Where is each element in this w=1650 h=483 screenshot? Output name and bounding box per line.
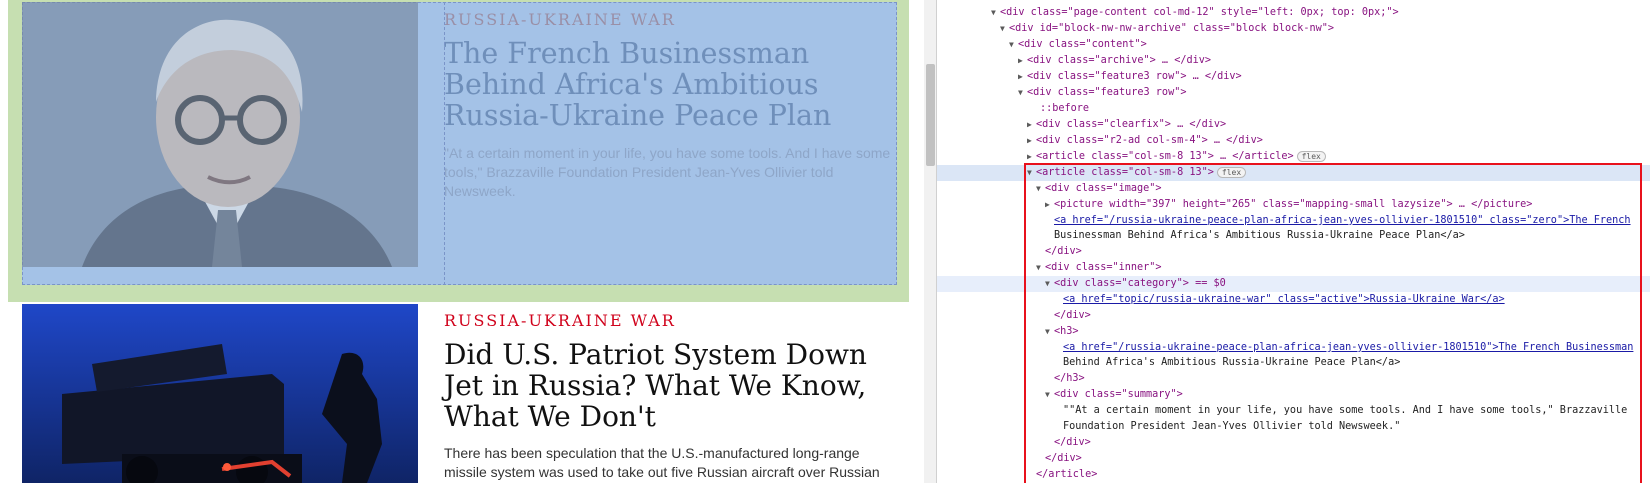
- patriot-launcher-photo: [22, 304, 418, 483]
- collapse-arrow-icon[interactable]: ▼: [1000, 21, 1009, 37]
- collapse-arrow-icon[interactable]: ▼: [991, 5, 1000, 21]
- article-category-link[interactable]: Russia-Ukraine War: [444, 311, 896, 330]
- dom-node[interactable]: ▶ <div class="r2-ad col-sm-4"> … </div>: [1027, 133, 1263, 149]
- dom-node[interactable]: ▶ <div class="feature3 row"> … </div>: [1018, 69, 1242, 85]
- article-summary: There has been speculation that the U.S.…: [444, 445, 880, 480]
- article-inner: Russia-Ukraine War Did U.S. Patriot Syst…: [444, 311, 896, 482]
- article-inner: Russia-Ukraine War The French Businessma…: [444, 10, 896, 201]
- dom-node[interactable]: ::before: [1040, 101, 1089, 117]
- portrait-photo: [22, 2, 418, 267]
- collapse-arrow-icon[interactable]: ▼: [1018, 85, 1027, 101]
- dom-node-text: <div class="archive"> … </div>: [1027, 55, 1212, 66]
- expand-arrow-icon[interactable]: ▶: [1018, 53, 1027, 69]
- dom-node-text: <div class="r2-ad col-sm-4"> … </div>: [1036, 135, 1263, 146]
- dom-node-text: <div class="clearfix"> … </div>: [1036, 119, 1227, 130]
- article-image[interactable]: [22, 2, 418, 267]
- page-viewport: Russia-Ukraine War The French Businessma…: [0, 0, 924, 483]
- article-headline-link[interactable]: Did U.S. Patriot System Down Jet in Russ…: [444, 339, 896, 432]
- article-category-link[interactable]: Russia-Ukraine War: [444, 10, 896, 29]
- article-summary: "At a certain moment in your life, you h…: [444, 145, 891, 199]
- page-scrollbar-thumb[interactable]: [926, 64, 935, 166]
- dom-node-text: <div class="feature3 row">: [1027, 87, 1187, 98]
- expand-arrow-icon[interactable]: ▶: [1018, 69, 1027, 85]
- expand-arrow-icon[interactable]: ▶: [1027, 117, 1036, 133]
- dom-node-text: <div class="page-content col-md-12" styl…: [1000, 7, 1399, 18]
- dom-node-text: <div class="feature3 row"> … </div>: [1027, 71, 1242, 82]
- dom-node[interactable]: ▼ <div id="block-nw-nw-archive" class="bl…: [1000, 21, 1334, 37]
- dom-node-text: <div id="block-nw-nw-archive" class="blo…: [1009, 23, 1335, 34]
- dom-node-text: <article class="col-sm-8 13"> … </articl…: [1036, 151, 1294, 162]
- dom-node[interactable]: ▼ <div class="page-content col-md-12" sty…: [991, 5, 1399, 21]
- flex-badge[interactable]: flex: [1296, 150, 1326, 162]
- dom-node[interactable]: ▼ <div class="content">: [1009, 37, 1147, 53]
- expand-arrow-icon[interactable]: ▶: [1027, 133, 1036, 149]
- dom-node[interactable]: ▶ <div class="clearfix"> … </div>: [1027, 117, 1226, 133]
- dom-node[interactable]: ▶ <div class="archive"> … </div>: [1018, 53, 1211, 69]
- pseudo-element: ::before: [1040, 103, 1090, 114]
- annotation-highlight-box: [1024, 163, 1642, 483]
- article-image[interactable]: [22, 304, 418, 483]
- dom-node-text: <div class="content">: [1018, 39, 1147, 50]
- article-headline-link[interactable]: The French Businessman Behind Africa's A…: [444, 38, 896, 131]
- dom-node[interactable]: ▼ <div class="feature3 row">: [1018, 85, 1186, 101]
- collapse-arrow-icon[interactable]: ▼: [1009, 37, 1018, 53]
- column-guide: [444, 2, 445, 285]
